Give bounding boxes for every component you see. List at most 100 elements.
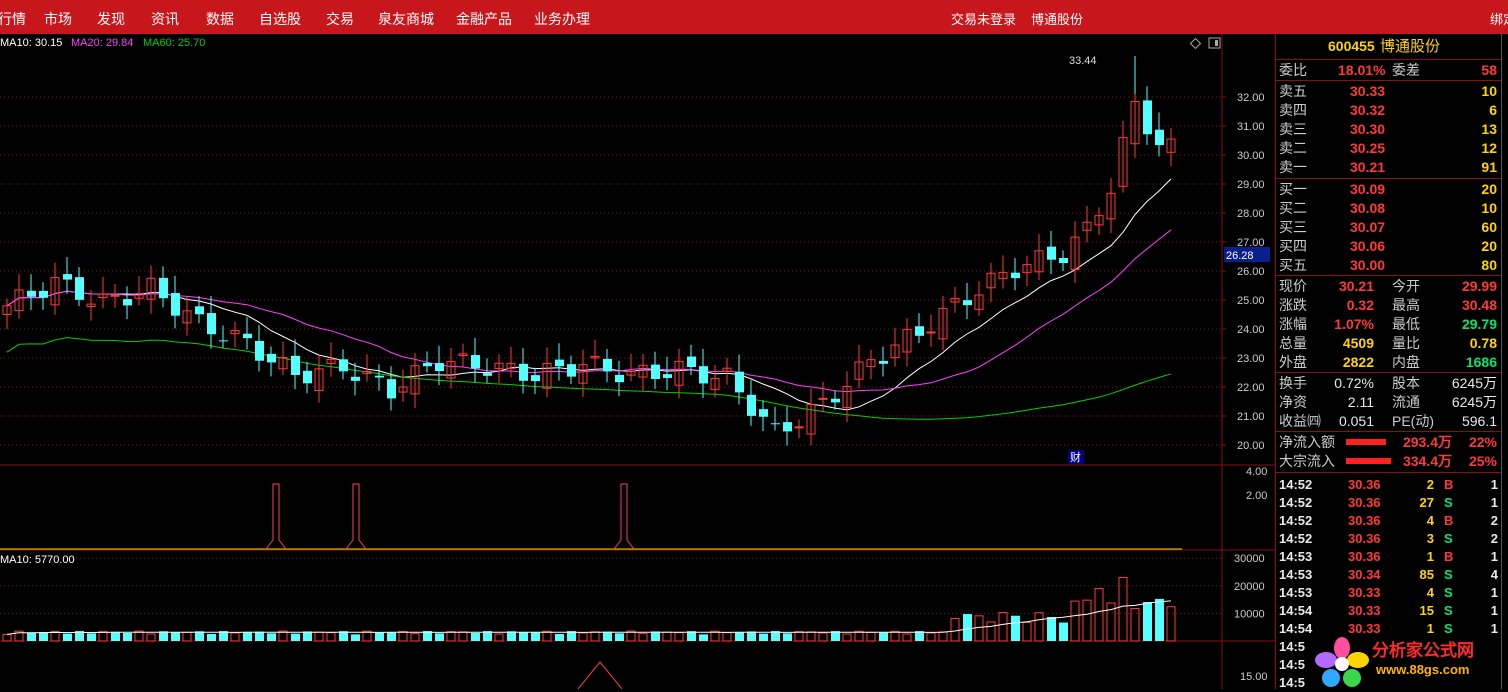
volume-bar-down: [531, 632, 540, 641]
candle-body-down: [687, 356, 696, 368]
nav-item-business[interactable]: 业务办理: [534, 9, 590, 29]
nav-item-trade[interactable]: 交易: [326, 9, 354, 29]
candle-body-down: [783, 422, 792, 432]
bid-row[interactable]: 买四 30.06 20: [1276, 237, 1502, 256]
volume-bar-down: [435, 633, 444, 641]
stat-row: 总量 4509 量比 0.78: [1279, 335, 1497, 351]
stat-row: 换手 0.72% 股本 6245万: [1279, 375, 1497, 391]
volume-bar-down: [351, 634, 360, 641]
tick-row: 14:52 30.36 3 S 2: [1279, 531, 1498, 546]
nav-item-news[interactable]: 资讯: [151, 9, 179, 29]
tick-row: 14:53 30.33 4 S 1: [1279, 585, 1498, 600]
login-status-link[interactable]: 交易未登录: [951, 9, 1016, 28]
window-toggle-icon[interactable]: [1208, 37, 1221, 49]
ask-row[interactable]: 卖四 30.32 6: [1276, 101, 1502, 120]
volume-bar-up: [578, 632, 588, 642]
stock-name: 博通股份: [1380, 38, 1441, 55]
volume-bar-down: [759, 633, 768, 641]
volume-bar-down: [963, 614, 972, 641]
high-price-label: 33.44: [1069, 55, 1097, 67]
candle-body-down: [603, 358, 612, 372]
volume-bar-down: [207, 634, 216, 641]
volume-bar-up: [2, 633, 12, 642]
volume-bar-up: [146, 633, 156, 642]
nav-item-market[interactable]: 市场: [44, 9, 72, 29]
bid-row[interactable]: 买三 30.07 60: [1276, 218, 1502, 237]
volume-bar-up: [638, 633, 648, 642]
price-tick-label: 20.00: [1237, 440, 1265, 452]
ma60-legend: MA60: 25.70: [143, 37, 205, 49]
volume-bar-up: [590, 631, 600, 642]
price-tick-label: 29.00: [1237, 179, 1265, 191]
candle-body-down: [207, 313, 216, 335]
nav-item-finance-products[interactable]: 金融产品: [456, 9, 512, 29]
candle-body-down: [771, 423, 780, 425]
volume-bar-up: [950, 617, 960, 642]
ask-row[interactable]: 卖五 30.33 10: [1276, 82, 1502, 101]
volume-bar-down: [303, 631, 312, 641]
nav-item-discover[interactable]: 发现: [97, 9, 125, 29]
volume-bar-up: [974, 615, 984, 642]
ask-row[interactable]: 卖三 30.30 13: [1276, 120, 1502, 139]
volume-bar-up: [998, 611, 1008, 642]
candle-body-down: [1059, 258, 1068, 264]
nav-item-mall[interactable]: 泉友商城: [378, 9, 434, 29]
finance-marker[interactable]: 财: [1068, 450, 1084, 464]
bid-row[interactable]: 买二 30.08 10: [1276, 199, 1502, 218]
price-tick-label: 32.00: [1237, 92, 1265, 104]
bind-link[interactable]: 绑定: [1490, 9, 1508, 28]
volume-bar-up: [1034, 612, 1044, 642]
volume-bar-down: [291, 633, 300, 641]
volume-bar-down: [171, 632, 180, 641]
price-tick-label: 26.00: [1237, 266, 1265, 278]
ask-row[interactable]: 卖一 30.21 91: [1276, 158, 1502, 177]
kline-chart[interactable]: 32.0031.0030.0029.0028.0027.0026.0025.00…: [0, 34, 1275, 689]
candle-body-up: [794, 426, 804, 429]
candle-body-down: [375, 375, 384, 378]
volume-bar-up: [1070, 600, 1080, 642]
stat-row: 净资 2.11 流通 6245万: [1279, 394, 1497, 410]
candle-body-down: [471, 355, 480, 369]
candle-body-up: [818, 397, 828, 400]
volume-tick-label: 10000: [1234, 608, 1265, 620]
volume-bar-down: [243, 631, 252, 641]
volume-bar-up: [410, 633, 420, 642]
candle-body-down: [759, 409, 768, 417]
volume-bar-down: [1155, 598, 1164, 641]
volume-bar-down: [1047, 617, 1056, 641]
svg-text:财: 财: [1070, 450, 1081, 464]
indicator-pane: [0, 483, 1182, 689]
current-stock-name[interactable]: 博通股份: [1031, 9, 1083, 28]
bottom-indicator-line: [577, 661, 623, 689]
price-tick-label: 22.00: [1237, 382, 1265, 394]
volume-bar-up: [230, 632, 240, 642]
candle-body-down: [915, 326, 924, 336]
ask-row[interactable]: 卖二 30.25 12: [1276, 139, 1502, 158]
candle-body-down: [735, 371, 744, 393]
price-tick-label: 25.00: [1237, 295, 1265, 307]
candle-body-down: [879, 360, 888, 364]
nav-item-watchlist[interactable]: 自选股: [259, 9, 301, 29]
nav-item-quotes[interactable]: 行情: [0, 9, 26, 29]
volume-bar-down: [267, 633, 276, 641]
stat-row: 现价 30.21 今开 29.99: [1279, 278, 1497, 294]
ma10-legend: MA10: 30.15: [0, 37, 62, 49]
candle-body-down: [1143, 100, 1152, 135]
candle-body-down: [303, 370, 312, 384]
flow-bar: [1346, 439, 1386, 445]
volume-bar-up: [806, 631, 816, 642]
volume-bar-up: [1166, 606, 1176, 642]
candle-body-down: [531, 375, 540, 382]
volume-bar-down: [555, 634, 564, 641]
volume-bar-down: [195, 631, 204, 641]
candle-body-up: [926, 331, 936, 334]
diamond-icon[interactable]: [1189, 37, 1202, 50]
tick-row: 14:52 30.36 4 B 2: [1279, 513, 1498, 528]
tick-row: 14:52 30.36 2 B 1: [1279, 477, 1498, 492]
candle-body-down: [747, 394, 756, 416]
bid-row[interactable]: 买五 30.00 80: [1276, 256, 1502, 275]
volume-bar-up: [458, 631, 468, 642]
nav-item-data[interactable]: 数据: [206, 9, 234, 29]
volume-bar-up: [986, 621, 996, 642]
bid-row[interactable]: 买一 30.09 20: [1276, 180, 1502, 199]
